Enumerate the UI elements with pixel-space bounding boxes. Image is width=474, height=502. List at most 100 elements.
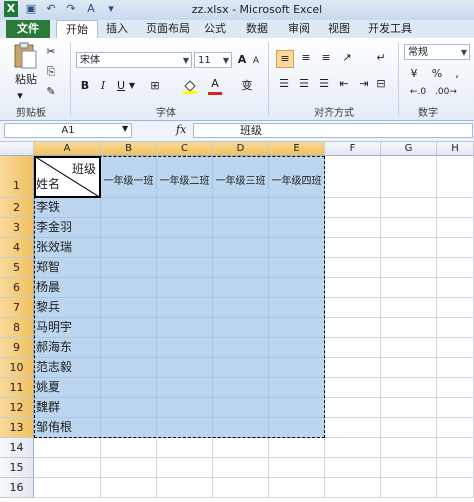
cell-E13[interactable]: [269, 418, 325, 438]
cell-E9[interactable]: [269, 338, 325, 358]
cell-F16[interactable]: [325, 478, 381, 498]
cell-B16[interactable]: [101, 478, 157, 498]
column-header[interactable]: A: [34, 142, 101, 156]
cell-F14[interactable]: [325, 438, 381, 458]
cell-H15[interactable]: [437, 458, 474, 478]
column-header[interactable]: F: [325, 142, 381, 156]
paste-label[interactable]: 粘贴: [12, 72, 40, 88]
comma-button[interactable]: ,: [450, 66, 464, 82]
cell-F10[interactable]: [325, 358, 381, 378]
cell-C6[interactable]: [157, 278, 213, 298]
cell-D13[interactable]: [213, 418, 269, 438]
borders-icon[interactable]: ⊞: [146, 78, 164, 94]
wrap-text-icon[interactable]: ↵: [372, 50, 390, 66]
row-header[interactable]: 10: [0, 358, 34, 378]
cell-B7[interactable]: [101, 298, 157, 318]
cell-F11[interactable]: [325, 378, 381, 398]
row-header[interactable]: 5: [0, 258, 34, 278]
cell-E5[interactable]: [269, 258, 325, 278]
cell-F1[interactable]: [325, 156, 381, 198]
row-header[interactable]: 12: [0, 398, 34, 418]
cell-B14[interactable]: [101, 438, 157, 458]
increase-indent-icon[interactable]: ⇥: [356, 76, 372, 92]
cell-E6[interactable]: [269, 278, 325, 298]
cell-E12[interactable]: [269, 398, 325, 418]
cell-H7[interactable]: [437, 298, 474, 318]
cell-E7[interactable]: [269, 298, 325, 318]
cell-E3[interactable]: [269, 218, 325, 238]
column-header[interactable]: D: [213, 142, 269, 156]
cell-C14[interactable]: [157, 438, 213, 458]
cell-G4[interactable]: [381, 238, 437, 258]
cell-H14[interactable]: [437, 438, 474, 458]
cell-A15[interactable]: [34, 458, 101, 478]
cell-H2[interactable]: [437, 198, 474, 218]
cell-C8[interactable]: [157, 318, 213, 338]
row-header[interactable]: 4: [0, 238, 34, 258]
cell-A8[interactable]: 马明宇: [34, 318, 101, 338]
column-header[interactable]: C: [157, 142, 213, 156]
cell-G7[interactable]: [381, 298, 437, 318]
cell-C7[interactable]: [157, 298, 213, 318]
cell-F2[interactable]: [325, 198, 381, 218]
orientation-icon[interactable]: ↗: [338, 50, 356, 66]
tab-data[interactable]: 数据: [240, 20, 274, 38]
cell-G13[interactable]: [381, 418, 437, 438]
cell-D10[interactable]: [213, 358, 269, 378]
cell-D8[interactable]: [213, 318, 269, 338]
cell-B10[interactable]: [101, 358, 157, 378]
cell-B15[interactable]: [101, 458, 157, 478]
cell-A5[interactable]: 郑智: [34, 258, 101, 278]
cell-G16[interactable]: [381, 478, 437, 498]
currency-icon[interactable]: ¥: [406, 66, 422, 82]
row-header[interactable]: 6: [0, 278, 34, 298]
cell-B8[interactable]: [101, 318, 157, 338]
cell-H1[interactable]: [437, 156, 474, 198]
formula-input[interactable]: 班级: [193, 123, 473, 138]
cell-E1[interactable]: 一年级四班: [269, 156, 325, 198]
cell-B3[interactable]: [101, 218, 157, 238]
cell-G8[interactable]: [381, 318, 437, 338]
cell-F13[interactable]: [325, 418, 381, 438]
cell-C5[interactable]: [157, 258, 213, 278]
paste-button[interactable]: [12, 42, 38, 70]
name-box[interactable]: A1: [4, 123, 132, 138]
cell-D16[interactable]: [213, 478, 269, 498]
align-right-icon[interactable]: ☰: [316, 76, 332, 92]
font-size-combo[interactable]: 11 ▼: [194, 52, 232, 68]
row-header[interactable]: 9: [0, 338, 34, 358]
cell-D4[interactable]: [213, 238, 269, 258]
cell-G11[interactable]: [381, 378, 437, 398]
tab-file[interactable]: 文件: [6, 20, 50, 38]
grow-font-button[interactable]: A: [236, 52, 248, 68]
increase-decimal-icon[interactable]: ←.0: [406, 84, 430, 100]
tab-home[interactable]: 开始: [56, 20, 98, 39]
cell-A14[interactable]: [34, 438, 101, 458]
cell-F9[interactable]: [325, 338, 381, 358]
cell-G6[interactable]: [381, 278, 437, 298]
cell-H5[interactable]: [437, 258, 474, 278]
cell-A7[interactable]: 黎兵: [34, 298, 101, 318]
cell-E14[interactable]: [269, 438, 325, 458]
cell-B4[interactable]: [101, 238, 157, 258]
number-format-combo[interactable]: 常规 ▼: [404, 44, 470, 60]
percent-button[interactable]: %: [430, 66, 444, 82]
font-name-combo[interactable]: 宋体 ▼: [76, 52, 192, 68]
cell-C3[interactable]: [157, 218, 213, 238]
row-header[interactable]: 7: [0, 298, 34, 318]
row-header[interactable]: 2: [0, 198, 34, 218]
cell-B1[interactable]: 一年级一班: [101, 156, 157, 198]
decrease-decimal-icon[interactable]: .00→: [434, 84, 458, 100]
cell-E2[interactable]: [269, 198, 325, 218]
cell-C13[interactable]: [157, 418, 213, 438]
tab-review[interactable]: 审阅: [282, 20, 316, 38]
column-header[interactable]: G: [381, 142, 437, 156]
cell-D5[interactable]: [213, 258, 269, 278]
cell-B6[interactable]: [101, 278, 157, 298]
cell-F6[interactable]: [325, 278, 381, 298]
cell-A3[interactable]: 李金羽: [34, 218, 101, 238]
align-left-icon[interactable]: ☰: [276, 76, 292, 92]
cell-H16[interactable]: [437, 478, 474, 498]
tab-formulas[interactable]: 公式: [198, 20, 232, 38]
cell-G3[interactable]: [381, 218, 437, 238]
